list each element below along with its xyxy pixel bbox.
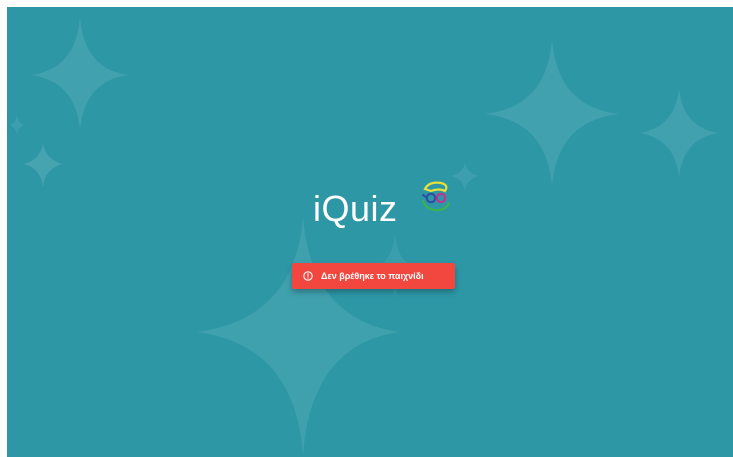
owl-glasses-icon [422,181,450,212]
sparkle-shape [10,115,24,135]
sparkle-shape [485,39,619,187]
iquiz-logo: iQuiz [313,179,463,239]
sparkle-shape [31,17,128,131]
error-alert: Δεν βρέθηκε το παιχνίδι [292,263,455,289]
error-message: Δεν βρέθηκε το παιχνίδι [321,271,424,281]
exclamation-circle-icon [303,271,313,281]
page-background: iQuiz Δεν βρέθηκε το παιχνίδι [7,7,733,457]
sparkle-shape [197,217,399,455]
logo-text: iQuiz [313,188,398,229]
sparkle-shape [24,143,62,187]
sparkle-shape [640,89,718,177]
